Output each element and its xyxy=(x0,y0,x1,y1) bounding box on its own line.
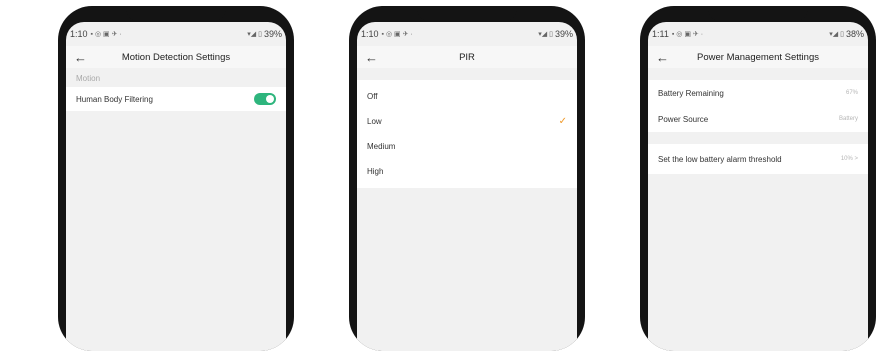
status-bar: 1:11 ▪ ◎ ▣ ✈ · ▾◢ ▯ 38% xyxy=(648,22,868,46)
status-time: 1:11 xyxy=(652,29,669,39)
row-label: Human Body Filtering xyxy=(76,94,153,104)
phone-pir: 1:10 ▪ ◎ ▣ ✈ · ▾◢ ▯ 39% ← PIR Off Low ✓ M… xyxy=(349,6,585,351)
option-label: Medium xyxy=(367,142,396,151)
pir-options-list: Off Low ✓ Medium High xyxy=(357,80,577,188)
threshold-value: 10% > xyxy=(840,156,858,162)
wifi-signal-icon: ▾◢ xyxy=(247,31,257,38)
option-label: High xyxy=(367,167,384,176)
battery-remaining-row: Battery Remaining 67% xyxy=(648,80,868,106)
camera-notch xyxy=(126,6,226,22)
arrow-left-icon[interactable]: ← xyxy=(365,51,378,64)
battery-remaining-value: 67% xyxy=(845,90,858,96)
status-bar: 1:10 ▪ ◎ ▣ ✈ · ▾◢ ▯ 39% xyxy=(357,22,577,46)
option-low[interactable]: Low ✓ xyxy=(357,109,577,134)
page-title: Motion Detection Settings xyxy=(121,51,231,63)
status-time: 1:10 xyxy=(361,29,379,39)
option-off[interactable]: Off xyxy=(357,84,577,109)
notification-icons: ▪ ◎ ▣ ✈ · xyxy=(381,31,413,38)
status-time: 1:10 xyxy=(70,29,88,39)
notification-icons: ▪ ◎ ▣ ✈ · xyxy=(90,31,122,38)
notification-icons: ▪ ◎ ▣ ✈ · xyxy=(671,31,704,38)
status-bar: 1:10 ▪ ◎ ▣ ✈ · ▾◢ ▯ 39% xyxy=(66,22,286,46)
battery-icon: ▯ xyxy=(258,31,262,38)
low-battery-threshold-row[interactable]: Set the low battery alarm threshold 10% … xyxy=(648,144,868,174)
screen: 1:11 ▪ ◎ ▣ ✈ · ▾◢ ▯ 38% ← Power Manageme… xyxy=(648,22,868,351)
option-label: Off xyxy=(367,92,378,101)
app-header: ← Motion Detection Settings xyxy=(66,46,286,68)
camera-notch xyxy=(708,6,808,22)
option-high[interactable]: High xyxy=(357,159,577,184)
battery-icon: ▯ xyxy=(840,31,844,38)
page-title: PIR xyxy=(459,51,475,63)
human-body-filtering-toggle[interactable] xyxy=(254,93,276,105)
human-body-filtering-row[interactable]: Human Body Filtering xyxy=(66,87,286,111)
option-label: Low xyxy=(367,117,382,126)
app-header: ← PIR xyxy=(357,46,577,68)
wifi-signal-icon: ▾◢ xyxy=(538,31,548,38)
status-battery: 38% xyxy=(845,29,864,39)
arrow-left-icon[interactable]: ← xyxy=(656,51,669,64)
battery-icon: ▯ xyxy=(549,31,553,38)
row-label: Set the low battery alarm threshold xyxy=(658,154,782,164)
screen: 1:10 ▪ ◎ ▣ ✈ · ▾◢ ▯ 39% ← Motion Detecti… xyxy=(66,22,286,351)
arrow-left-icon[interactable]: ← xyxy=(74,51,87,64)
page-title: Power Management Settings xyxy=(697,51,819,63)
status-battery: 39% xyxy=(263,29,282,39)
app-header: ← Power Management Settings xyxy=(648,46,868,68)
power-source-row: Power Source Battery xyxy=(648,106,868,132)
phone-motion-detection: 1:10 ▪ ◎ ▣ ✈ · ▾◢ ▯ 39% ← Motion Detecti… xyxy=(58,6,294,351)
wifi-signal-icon: ▾◢ xyxy=(829,31,839,38)
screen: 1:10 ▪ ◎ ▣ ✈ · ▾◢ ▯ 39% ← PIR Off Low ✓ M… xyxy=(357,22,577,351)
phone-power-management: 1:11 ▪ ◎ ▣ ✈ · ▾◢ ▯ 38% ← Power Manageme… xyxy=(640,6,876,351)
power-source-value: Battery xyxy=(838,116,858,122)
status-battery: 39% xyxy=(554,29,573,39)
row-label: Battery Remaining xyxy=(658,88,724,98)
option-medium[interactable]: Medium xyxy=(357,134,577,159)
row-label: Power Source xyxy=(658,114,709,124)
check-icon: ✓ xyxy=(558,116,567,127)
camera-notch xyxy=(417,6,517,22)
section-label: Motion xyxy=(66,68,286,87)
